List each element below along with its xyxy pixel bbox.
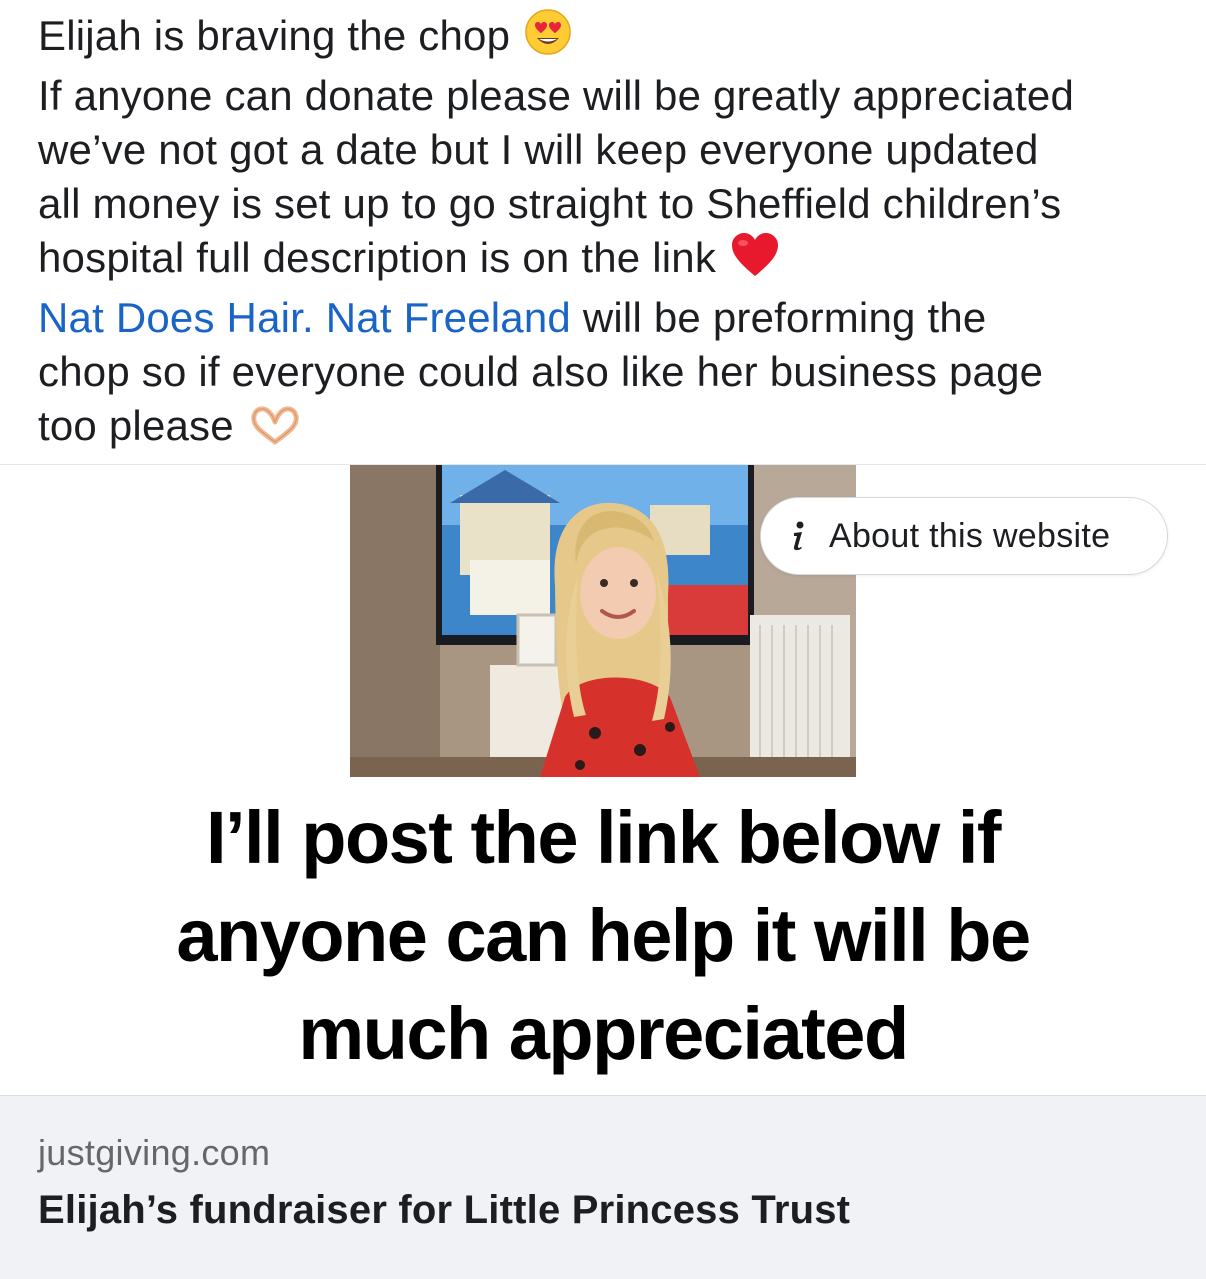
link-preview-card[interactable]: About this website I’ll post the link be… xyxy=(0,464,1206,1279)
post-line-2: If anyone can donate please will be grea… xyxy=(38,72,1075,119)
caption-text: I’ll post the link below if anyone can h… xyxy=(102,789,1104,1083)
post-line-8: too please xyxy=(38,399,1188,459)
post-line-1: Elijah is braving the chop xyxy=(38,8,1188,69)
mention-nat-does-hair-link[interactable]: Nat Does Hair. xyxy=(38,294,314,341)
caption-overlay: I’ll post the link below if anyone can h… xyxy=(102,781,1104,1097)
mention-nat-freeland-link[interactable]: Nat Freeland xyxy=(326,294,571,341)
post-line-5: hospital full description is on the link xyxy=(38,231,1188,291)
info-icon xyxy=(791,521,807,551)
link-title[interactable]: Elijah’s fundraiser for Little Princess … xyxy=(38,1188,850,1233)
heart-hands-emoji-icon xyxy=(248,405,302,459)
post-line-4: all money is set up to go straight to Sh… xyxy=(38,180,1062,227)
caption-content: I’ll post the link below if anyone can h… xyxy=(176,796,1031,1075)
post-line-6: Nat Does Hair. Nat Freeland will be pref… xyxy=(38,291,1188,345)
red-heart-emoji-icon xyxy=(730,232,780,291)
about-this-website-button[interactable]: About this website xyxy=(760,497,1168,575)
post-message: Elijah is braving the chop If anyone can… xyxy=(38,8,1188,459)
link-preview-meta[interactable]: justgiving.com Elijah’s fundraiser for L… xyxy=(0,1095,1206,1279)
post-line-6-text: will be preforming the xyxy=(570,294,987,341)
post-line-3: we’ve not got a date but I will keep eve… xyxy=(38,126,1039,173)
link-domain: justgiving.com xyxy=(38,1132,271,1173)
post-line-7: chop so if everyone could also like her … xyxy=(38,348,1044,395)
about-this-website-label: About this website xyxy=(829,516,1111,555)
heart-eyes-emoji-icon xyxy=(524,8,572,69)
post-line-5-text: hospital full description is on the link xyxy=(38,234,717,281)
post-line-1-text: Elijah is braving the chop xyxy=(38,12,511,59)
post-line-8-text: too please xyxy=(38,402,234,449)
link-preview-media[interactable]: About this website I’ll post the link be… xyxy=(0,465,1206,1097)
